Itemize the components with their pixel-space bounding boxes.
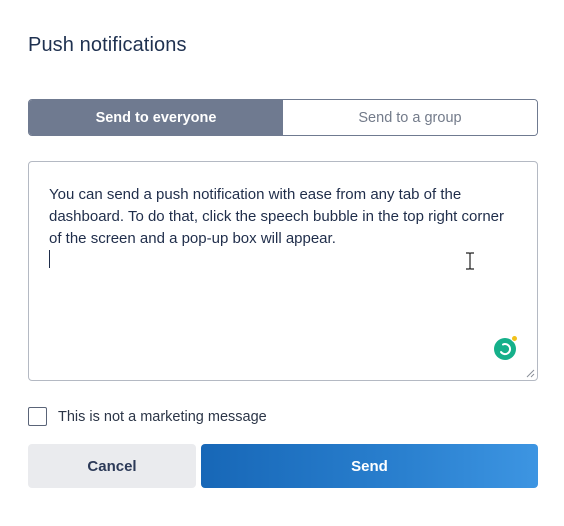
message-textarea[interactable]: You can send a push notification with ea… — [28, 161, 538, 381]
i-beam-cursor-icon — [466, 252, 474, 270]
message-text[interactable]: You can send a push notification with ea… — [49, 184, 509, 250]
marketing-checkbox-row[interactable]: This is not a marketing message — [28, 407, 267, 426]
not-marketing-label: This is not a marketing message — [58, 408, 267, 425]
text-caret — [49, 250, 50, 268]
cancel-button[interactable]: Cancel — [28, 444, 196, 488]
send-button[interactable]: Send — [201, 444, 538, 488]
writing-assistant-icon[interactable] — [494, 335, 518, 360]
dialog-title: Push notifications — [28, 34, 187, 56]
tab-send-to-group[interactable]: Send to a group — [283, 100, 537, 135]
resize-handle-icon[interactable] — [526, 369, 535, 378]
audience-toggle: Send to everyone Send to a group — [28, 99, 538, 136]
tab-send-to-everyone[interactable]: Send to everyone — [29, 100, 283, 135]
assistant-notification-dot — [511, 335, 518, 342]
assistant-swirl-icon — [500, 343, 512, 356]
push-notifications-dialog: Push notifications Send to everyone Send… — [0, 0, 564, 526]
not-marketing-checkbox[interactable] — [28, 407, 47, 426]
